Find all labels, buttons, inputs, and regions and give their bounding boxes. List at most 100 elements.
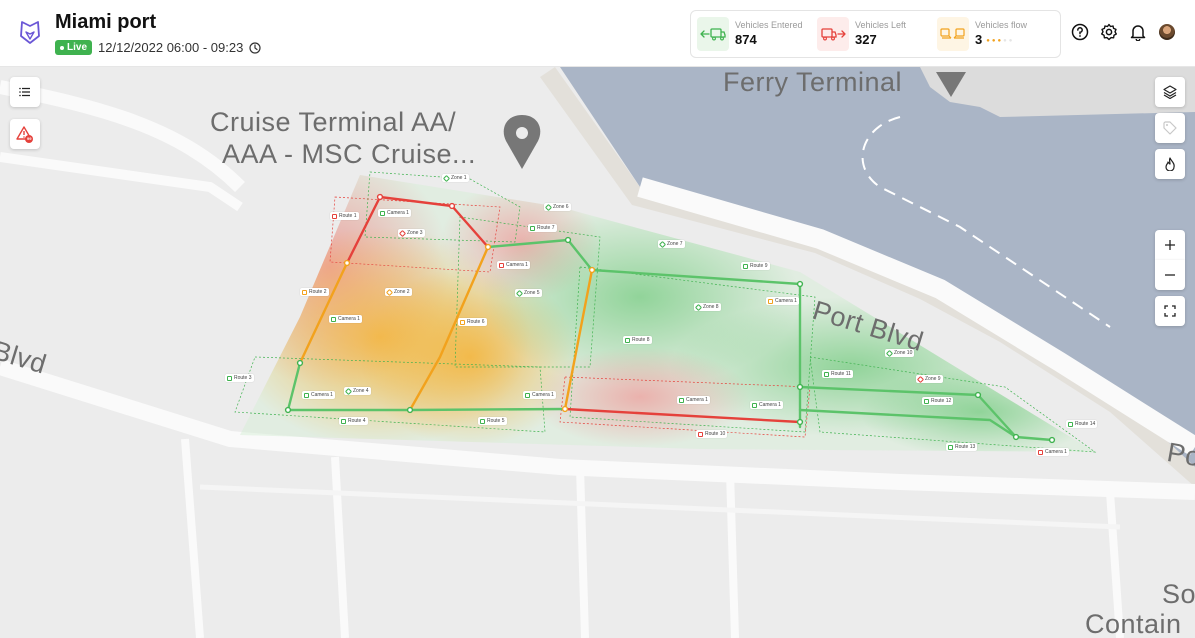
map-tag-label: Camera 1 xyxy=(532,392,554,398)
route-icon xyxy=(332,213,337,219)
map-tag-route[interactable]: Route 12 xyxy=(922,397,954,405)
map-tag-route[interactable]: Route 13 xyxy=(946,443,978,451)
map-tag-route[interactable]: Route 8 xyxy=(623,336,652,344)
map-tag-zone[interactable]: Zone 7 xyxy=(658,240,685,248)
camera-icon xyxy=(752,402,757,408)
map-tag-label: Route 3 xyxy=(234,375,252,381)
map-tag-camera[interactable]: Camera 1 xyxy=(1036,448,1069,456)
zoom-in-button[interactable] xyxy=(1155,230,1185,260)
map-tag-camera[interactable]: Camera 1 xyxy=(523,391,556,399)
map-tag-label: Camera 1 xyxy=(775,298,797,304)
map-tag-label: Route 12 xyxy=(931,398,952,404)
map-label-ferry: Ferry Terminal xyxy=(723,67,903,97)
map-tag-label: Route 8 xyxy=(632,337,650,343)
rating-dot: ● xyxy=(986,37,991,44)
map-tag-route[interactable]: Route 4 xyxy=(339,417,368,425)
map-tag-zone[interactable]: Zone 5 xyxy=(515,289,542,297)
map-tag-label: Route 4 xyxy=(348,418,366,424)
settings-icon[interactable] xyxy=(1099,22,1119,42)
map-tag-label: Camera 1 xyxy=(506,262,528,268)
map-tag-route[interactable]: Route 14 xyxy=(1066,420,1098,428)
app-logo-icon[interactable] xyxy=(18,19,42,45)
map-canvas[interactable] xyxy=(0,67,1195,638)
map-tag-camera[interactable]: Camera 1 xyxy=(677,396,710,404)
map-tag-label: Route 13 xyxy=(955,444,976,450)
stat-vehicles-entered[interactable]: Vehicles Entered 874 xyxy=(697,16,813,52)
zone-icon xyxy=(385,288,394,296)
zone-icon xyxy=(515,289,524,297)
zoom-out-button[interactable] xyxy=(1155,260,1185,290)
map-tag-camera[interactable]: Camera 1 xyxy=(750,401,783,409)
map-tag-route[interactable]: Route 3 xyxy=(225,374,254,382)
alerts-button[interactable]: 99 xyxy=(10,119,40,149)
live-badge: Live xyxy=(55,40,93,55)
stat-value: 327 xyxy=(855,32,877,47)
layers-icon xyxy=(1163,85,1177,99)
map-tag-label: Route 9 xyxy=(750,263,768,269)
road xyxy=(331,456,349,638)
route-icon xyxy=(698,431,703,437)
cruise-pin-icon[interactable] xyxy=(503,115,541,169)
map-tag-camera[interactable]: Camera 1 xyxy=(329,315,362,323)
list-button[interactable] xyxy=(10,77,40,107)
map-label-contain: Contain xyxy=(1085,609,1182,638)
map-tag-camera[interactable]: Camera 1 xyxy=(302,391,335,399)
map-tag-label: Camera 1 xyxy=(686,397,708,403)
help-icon[interactable] xyxy=(1070,22,1090,42)
layers-button[interactable] xyxy=(1155,77,1185,107)
camera-icon xyxy=(499,262,504,268)
fullscreen-button[interactable] xyxy=(1155,296,1185,326)
map-view[interactable]: Ferry Terminal Cruise Terminal AA/ AAA -… xyxy=(0,67,1195,638)
map-tag-zone[interactable]: Zone 1 xyxy=(442,174,469,182)
map-tag-camera[interactable]: Camera 1 xyxy=(378,209,411,217)
map-tag-route[interactable]: Route 9 xyxy=(741,262,770,270)
fullscreen-icon xyxy=(1164,305,1176,317)
zoom-out-icon xyxy=(1165,274,1175,276)
route-icon xyxy=(302,289,307,295)
route-icon xyxy=(460,319,465,325)
map-tag-route[interactable]: Route 10 xyxy=(696,430,728,438)
zone-icon xyxy=(442,174,451,182)
page-title: Miami port xyxy=(55,11,157,33)
map-tag-label: Route 14 xyxy=(1075,421,1096,427)
map-tag-route[interactable]: Route 1 xyxy=(330,212,359,220)
camera-icon xyxy=(331,316,336,322)
bell-icon[interactable] xyxy=(1128,22,1148,42)
map-tag-zone[interactable]: Zone 3 xyxy=(398,229,425,237)
map-tag-label: Camera 1 xyxy=(311,392,333,398)
map-tag-route[interactable]: Route 2 xyxy=(300,288,329,296)
alert-badge: 99 xyxy=(27,136,32,141)
vehicle-flow-icon xyxy=(937,17,969,51)
zoom-in-icon xyxy=(1165,240,1175,250)
map-tag-zone[interactable]: Zone 10 xyxy=(885,349,915,357)
map-tag-zone[interactable]: Zone 8 xyxy=(694,303,721,311)
map-tag-zone[interactable]: Zone 4 xyxy=(344,387,371,395)
stat-vehicles-flow[interactable]: Vehicles flow 3 ●●●●● xyxy=(937,16,1053,52)
camera-icon xyxy=(679,397,684,403)
route-icon xyxy=(824,371,829,377)
route-icon xyxy=(625,337,630,343)
top-bar: Miami port Live 12/12/2022 06:00 - 09:23… xyxy=(0,0,1195,67)
map-tag-zone[interactable]: Zone 9 xyxy=(916,375,943,383)
map-tag-camera[interactable]: Camera 1 xyxy=(766,297,799,305)
zone-icon xyxy=(658,240,667,248)
road xyxy=(181,438,204,638)
heatmap-button[interactable] xyxy=(1155,149,1185,179)
clock-icon[interactable] xyxy=(249,41,261,54)
stat-label: Vehicles flow xyxy=(975,19,1028,30)
map-tag-zone[interactable]: Zone 2 xyxy=(385,288,412,296)
stat-vehicles-left[interactable]: Vehicles Left 327 xyxy=(817,16,933,52)
map-tag-route[interactable]: Route 11 xyxy=(822,370,853,378)
camera-icon xyxy=(768,298,773,304)
list-icon xyxy=(19,87,30,97)
map-tag-route[interactable]: Route 6 xyxy=(458,318,487,326)
map-tag-route[interactable]: Route 5 xyxy=(478,417,507,425)
map-tag-zone[interactable]: Zone 6 xyxy=(544,203,571,211)
map-tag-route[interactable]: Route 7 xyxy=(528,224,557,232)
map-tag-camera[interactable]: Camera 1 xyxy=(497,261,530,269)
header-actions xyxy=(1070,22,1177,42)
avatar[interactable] xyxy=(1157,22,1177,42)
map-tag-label: Zone 4 xyxy=(353,388,369,394)
tag-button[interactable] xyxy=(1155,113,1185,143)
camera-icon xyxy=(1038,449,1043,455)
